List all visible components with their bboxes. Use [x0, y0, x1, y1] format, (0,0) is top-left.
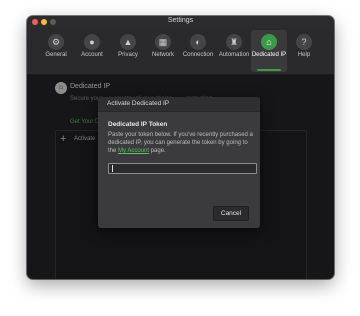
token-heading: Dedicated IP Token	[108, 121, 168, 128]
connection-icon: ◐	[190, 34, 206, 50]
ok-button[interactable]: OK	[250, 206, 260, 219]
tab-help[interactable]: ? Help	[289, 30, 319, 72]
token-input[interactable]	[108, 163, 257, 174]
tab-dedicated-ip-label: Dedicated IP	[251, 52, 287, 58]
text-caret	[112, 165, 113, 172]
help-icon: ?	[296, 34, 312, 50]
tab-general-label: General	[45, 52, 67, 58]
privacy-icon: ▲	[120, 34, 136, 50]
settings-toolbar: ⚙ General ● Account ▲ Privacy ▦ Network …	[27, 28, 334, 75]
network-icon: ▦	[155, 34, 171, 50]
tab-privacy[interactable]: ▲ Privacy	[111, 30, 145, 72]
dialog-header: Activate Dedicated IP	[98, 97, 260, 112]
tab-account-label: Account	[81, 52, 103, 58]
tab-help-label: Help	[297, 52, 311, 58]
tab-dedicated-ip[interactable]: ⌂ Dedicated IP	[251, 30, 287, 72]
activate-dedicated-ip-dialog: Activate Dedicated IP Dedicated IP Token…	[98, 97, 260, 228]
account-icon: ●	[84, 34, 100, 50]
dialog-title: Activate Dedicated IP	[107, 100, 170, 107]
title-bar: Settings	[27, 16, 334, 28]
tab-automation[interactable]: ♜ Automation	[216, 30, 252, 72]
tab-connection-label: Connection	[182, 52, 214, 58]
tab-network-label: Network	[151, 52, 174, 58]
settings-window: Settings ⚙ General ● Account ▲ Privacy ▦…	[27, 16, 334, 279]
tab-automation-label: Automation	[218, 52, 250, 58]
token-description-end: page.	[149, 148, 166, 154]
window-title: Settings	[167, 17, 194, 24]
tab-privacy-label: Privacy	[118, 52, 138, 58]
my-account-link[interactable]: My Account	[118, 148, 149, 154]
tab-account[interactable]: ● Account	[75, 30, 109, 72]
dedicated-ip-icon: ⌂	[261, 34, 277, 50]
token-description: Paste your token below. If you've recent…	[108, 131, 254, 155]
tab-connection[interactable]: ◐ Connection	[180, 30, 216, 72]
cancel-button[interactable]: Cancel	[213, 206, 249, 221]
automation-icon: ♜	[226, 34, 242, 50]
gear-icon: ⚙	[48, 34, 64, 50]
tab-general[interactable]: ⚙ General	[39, 30, 73, 72]
tab-network[interactable]: ▦ Network	[146, 30, 180, 72]
